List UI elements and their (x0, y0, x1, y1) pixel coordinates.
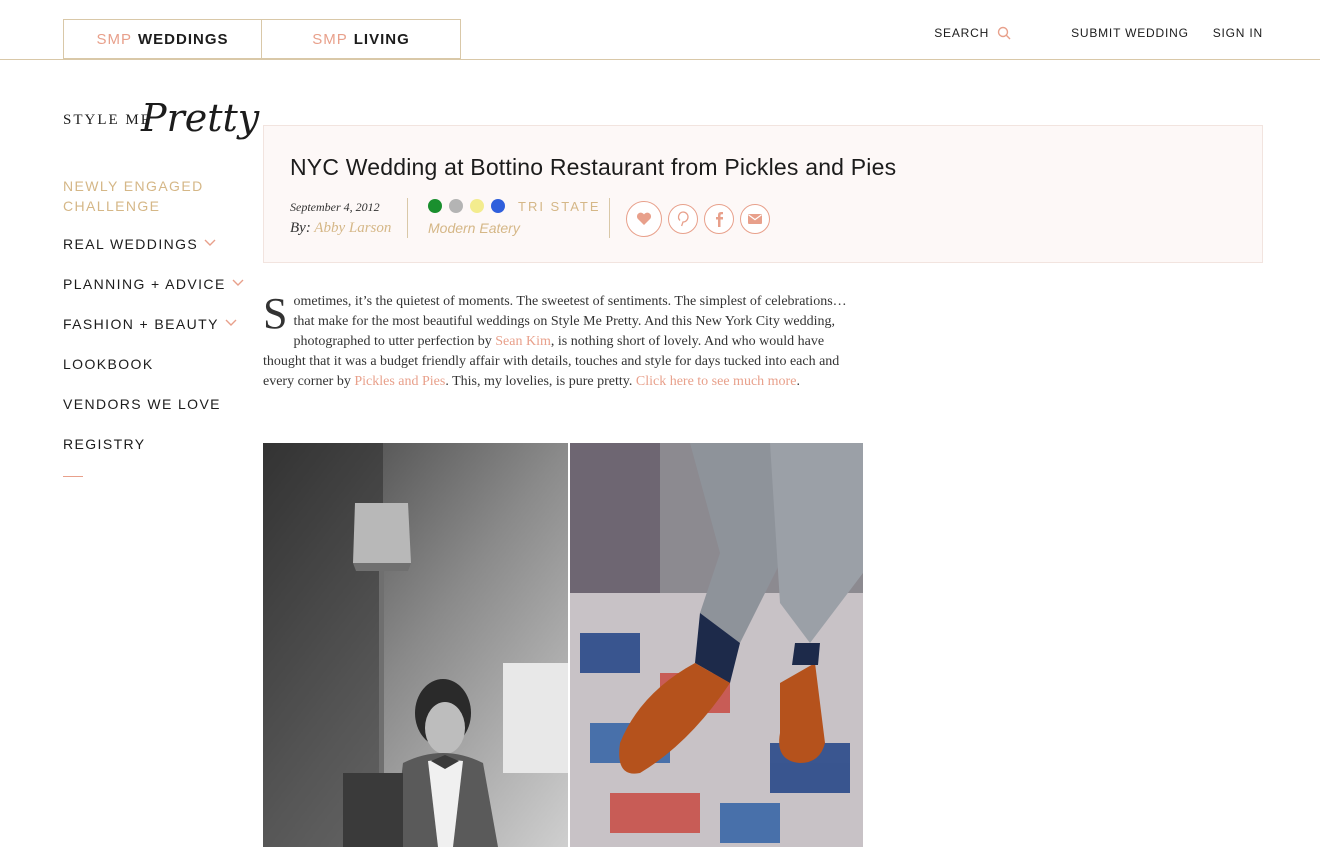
sidebar-item-label: REAL WEDDINGS (63, 236, 199, 252)
share-buttons (626, 201, 776, 237)
article-title: NYC Wedding at Bottino Restaurant from P… (290, 154, 897, 180)
site-tabs: SMP WEDDINGS SMP LIVING (63, 19, 461, 59)
tab-prefix: SMP (96, 30, 132, 48)
drop-cap: S (263, 289, 288, 338)
sidebar-item-newly-engaged[interactable]: NEWLY ENGAGED CHALLENGE (63, 176, 253, 236)
region-link[interactable]: TRI STATE (518, 199, 601, 214)
sidebar-item-planning-advice[interactable]: PLANNING + ADVICE (63, 276, 253, 316)
heart-icon (636, 212, 652, 225)
logo-text-small: STYLE ME (63, 112, 152, 128)
article-body: Sometimes, it’s the quietest of moments.… (263, 292, 865, 392)
tab-smp-living[interactable]: SMP LIVING (262, 19, 461, 59)
palette-swatch-gray[interactable] (449, 199, 463, 213)
sidebar-item-label: PLANNING + ADVICE (63, 276, 226, 292)
facebook-icon (716, 212, 723, 227)
chevron-down-icon (204, 239, 216, 246)
groom-shoes-image (570, 443, 863, 847)
sidebar-item-lookbook[interactable]: LOOKBOOK (63, 356, 253, 396)
color-palette (428, 199, 512, 213)
body-text: . This, my lovelies, is pure pretty. (445, 374, 636, 389)
top-bar: SMP WEDDINGS SMP LIVING SEARCH SUBMIT WE… (0, 0, 1320, 60)
email-share-button[interactable] (740, 204, 770, 234)
search-label: SEARCH (934, 26, 990, 40)
email-icon (748, 214, 762, 224)
site-logo[interactable]: STYLE ME Pretty (63, 96, 260, 153)
sidebar-item-label: NEWLY ENGAGED CHALLENGE (63, 178, 204, 214)
sidebar-item-real-weddings[interactable]: REAL WEDDINGS (63, 236, 253, 276)
tab-prefix: SMP (312, 30, 348, 48)
sidebar-item-label: FASHION + BEAUTY (63, 316, 219, 332)
byline-prefix: By: (290, 220, 315, 236)
submit-wedding-link[interactable]: SUBMIT WEDDING (1071, 26, 1189, 40)
sidebar-item-label: REGISTRY (63, 436, 146, 452)
venue-link[interactable]: Modern Eatery (428, 220, 520, 236)
sidebar-item-label: LOOKBOOK (63, 356, 154, 372)
top-nav: SEARCH SUBMIT WEDDING SIGN IN (934, 26, 1263, 40)
search-icon (997, 26, 1011, 40)
logo-text-script: Pretty (141, 96, 260, 140)
meta-divider (407, 198, 408, 238)
sidebar-item-vendors[interactable]: VENDORS WE LOVE (63, 396, 253, 436)
meta-divider (609, 198, 610, 238)
search-button[interactable]: SEARCH (934, 26, 1011, 40)
see-more-link[interactable]: Click here to see much more (636, 374, 797, 389)
vendor-link[interactable]: Pickles and Pies (354, 374, 445, 389)
palette-swatch-yellow[interactable] (470, 199, 484, 213)
article-header: NYC Wedding at Bottino Restaurant from P… (263, 125, 1263, 263)
sidebar-item-fashion-beauty[interactable]: FASHION + BEAUTY (63, 316, 253, 356)
chevron-down-icon (225, 319, 237, 326)
tab-smp-weddings[interactable]: SMP WEDDINGS (63, 19, 262, 59)
like-button[interactable] (626, 201, 662, 237)
palette-swatch-green[interactable] (428, 199, 442, 213)
tab-label: WEDDINGS (138, 30, 229, 48)
article-byline: By: Abby Larson (290, 220, 391, 237)
photo-groom-shoes[interactable] (570, 443, 863, 847)
tab-label: LIVING (353, 30, 410, 48)
author-link[interactable]: Abby Larson (314, 220, 391, 236)
pinterest-icon (677, 211, 689, 227)
chevron-down-icon (232, 279, 244, 286)
photo-groom-portrait[interactable] (263, 443, 568, 847)
groom-portrait-image (263, 443, 568, 847)
facebook-share-button[interactable] (704, 204, 734, 234)
article-date: September 4, 2012 (290, 200, 380, 214)
sidebar-item-label: VENDORS WE LOVE (63, 396, 221, 412)
pinterest-share-button[interactable] (668, 204, 698, 234)
body-text: . (796, 374, 800, 389)
photographer-link[interactable]: Sean Kim (495, 334, 551, 349)
sidebar-nav: NEWLY ENGAGED CHALLENGE REAL WEDDINGS PL… (63, 176, 253, 477)
sign-in-link[interactable]: SIGN IN (1213, 26, 1263, 40)
sidebar-item-registry[interactable]: REGISTRY (63, 436, 253, 476)
palette-swatch-blue[interactable] (491, 199, 505, 213)
sidebar-divider (63, 476, 83, 477)
